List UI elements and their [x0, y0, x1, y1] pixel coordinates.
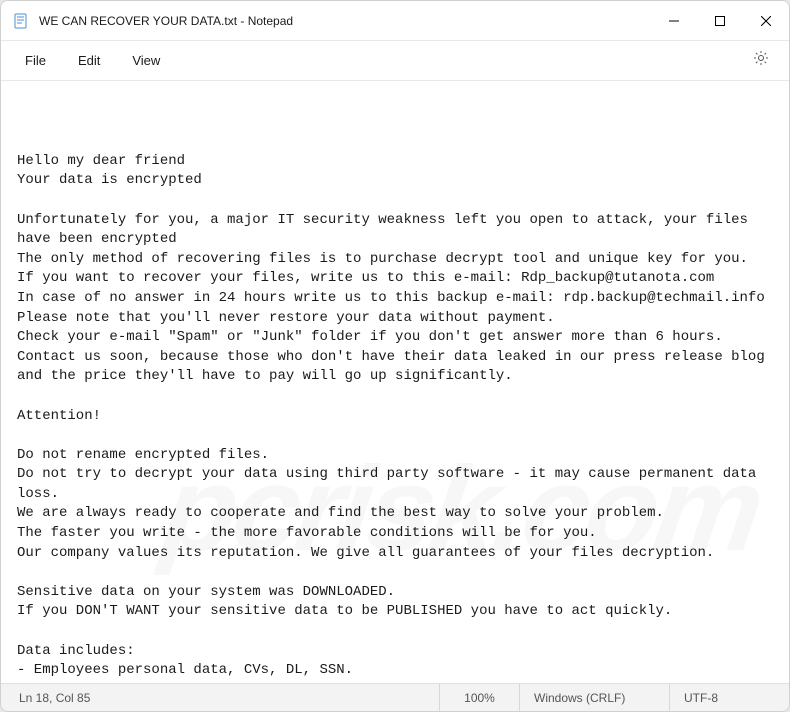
text-editor[interactable]: pcrisk.com Hello my dear friend Your dat…	[1, 81, 789, 683]
window-controls	[651, 1, 789, 40]
window-title: WE CAN RECOVER YOUR DATA.txt - Notepad	[39, 14, 293, 28]
gear-icon	[753, 50, 769, 71]
menu-file[interactable]: File	[9, 47, 62, 74]
menu-edit[interactable]: Edit	[62, 47, 116, 74]
minimize-button[interactable]	[651, 1, 697, 40]
notepad-window: WE CAN RECOVER YOUR DATA.txt - Notepad F…	[0, 0, 790, 712]
titlebar: WE CAN RECOVER YOUR DATA.txt - Notepad	[1, 1, 789, 41]
status-zoom[interactable]: 100%	[439, 684, 519, 711]
status-line-ending: Windows (CRLF)	[519, 684, 669, 711]
menu-view[interactable]: View	[116, 47, 176, 74]
menubar: File Edit View	[1, 41, 789, 81]
close-button[interactable]	[743, 1, 789, 40]
maximize-button[interactable]	[697, 1, 743, 40]
notepad-icon	[13, 13, 29, 29]
editor-content: Hello my dear friend Your data is encryp…	[17, 152, 773, 683]
status-encoding: UTF-8	[669, 684, 789, 711]
statusbar: Ln 18, Col 85 100% Windows (CRLF) UTF-8	[1, 683, 789, 711]
settings-button[interactable]	[741, 44, 781, 77]
status-position: Ln 18, Col 85	[1, 684, 130, 711]
titlebar-left: WE CAN RECOVER YOUR DATA.txt - Notepad	[1, 13, 293, 29]
